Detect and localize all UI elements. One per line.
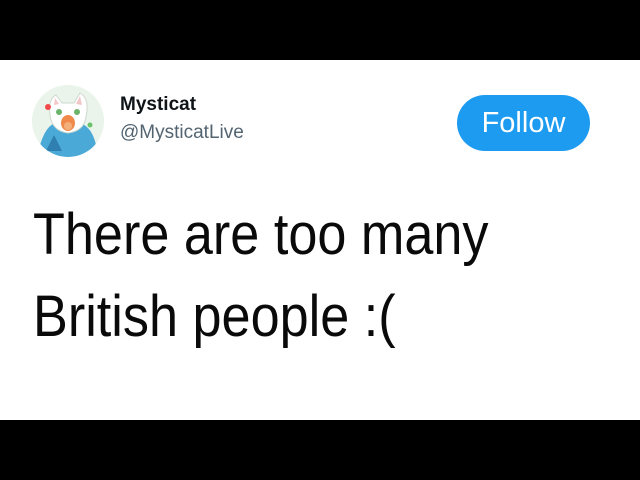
tweet-text: There are too many British people :( xyxy=(33,194,564,358)
tweet-line: British people :( xyxy=(33,284,396,349)
follow-button[interactable]: Follow xyxy=(457,95,590,151)
cat-avatar-icon xyxy=(32,85,104,157)
user-handle[interactable]: @MysticatLive xyxy=(120,122,244,144)
letterbox-bottom xyxy=(0,420,640,480)
letterbox-top xyxy=(0,0,640,60)
video-frame: Mysticat @MysticatLive Follow There are … xyxy=(0,0,640,480)
tweet-line: There are too many xyxy=(33,202,489,267)
tweet-card: Mysticat @MysticatLive Follow There are … xyxy=(0,60,640,420)
display-name[interactable]: Mysticat xyxy=(120,94,196,116)
avatar[interactable] xyxy=(32,85,104,157)
